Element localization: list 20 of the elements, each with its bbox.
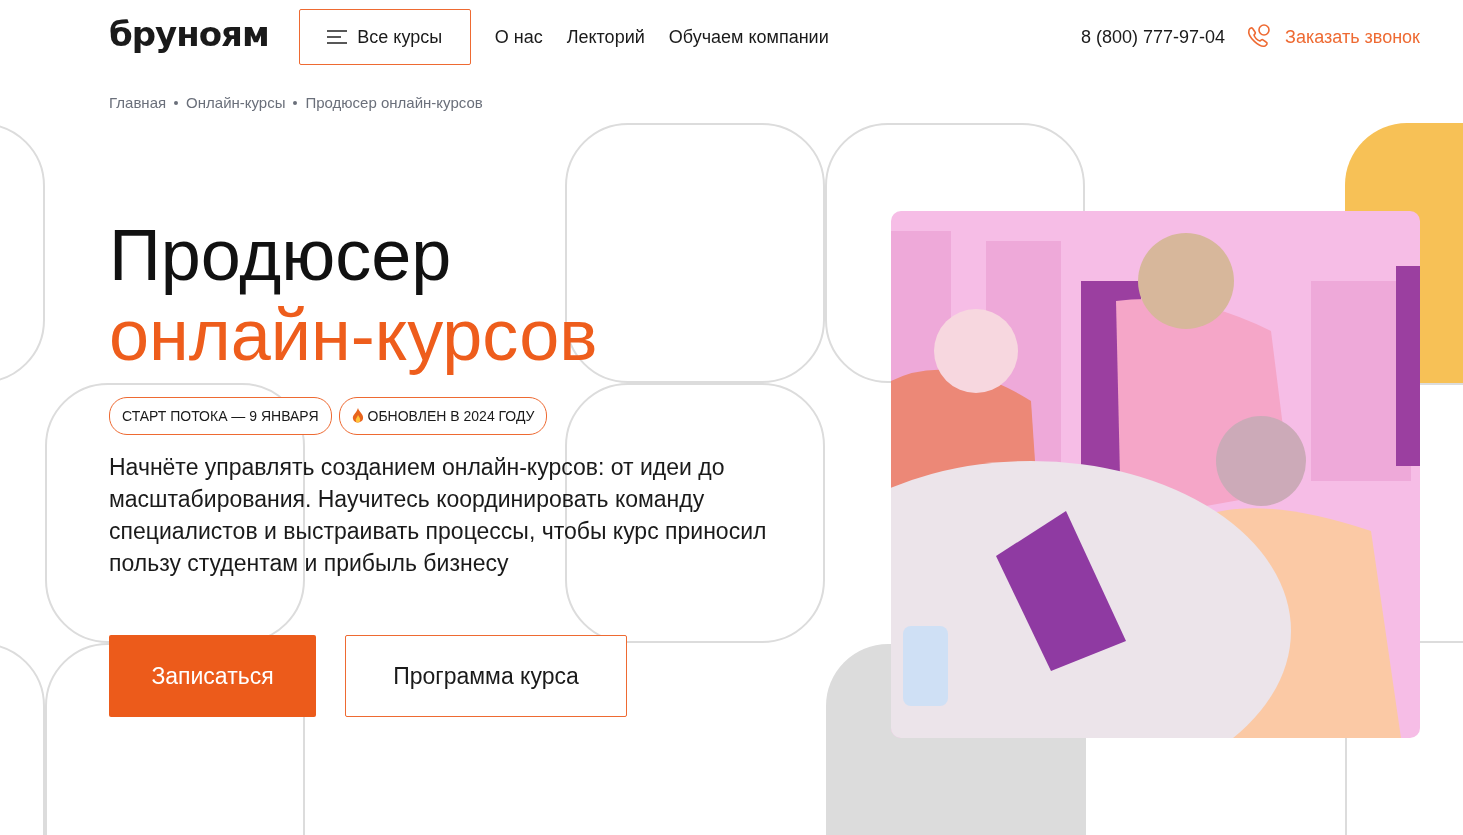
breadcrumb-link[interactable]: Главная [109,94,167,111]
course-description: Начнёте управлять созданием онлайн-курсов: от идеи до масштабирования. Научитесь координировать команду специалистов и выстраивать процессы, чтобы курс приносил пользу студентам и прибыль бизнесу [109,453,768,578]
nav-link[interactable]: О нас [494,26,543,48]
flame-icon [351,408,364,424]
tag-text: ОБНОВЛЕН В 2024 ГОДУ [367,408,535,424]
program-button[interactable]: Программа курса [345,635,627,717]
phone-chat-icon [1245,24,1272,50]
hero-title-accent: онлайн-курсов [109,295,598,375]
all-courses-button[interactable]: Все курсы [298,9,471,65]
breadcrumb-link[interactable]: Продюсер онлайн-курсов [305,94,483,111]
phone-link[interactable]: 8 (800) 777-97-04 [1081,26,1226,48]
menu-icon [327,30,348,44]
nav-link[interactable]: Обучаем компании [668,26,829,48]
logo[interactable]: бруноям [109,14,269,54]
breadcrumb-link[interactable]: Онлайн-курсы [186,94,286,111]
nav-link[interactable]: Лекторий [566,26,645,48]
separator-icon [174,100,179,105]
hero-title: Продюсер [109,215,452,295]
tag-text: СТАРТ ПОТОКА — 9 ЯНВАРЯ [122,408,319,424]
separator-icon [293,100,298,105]
